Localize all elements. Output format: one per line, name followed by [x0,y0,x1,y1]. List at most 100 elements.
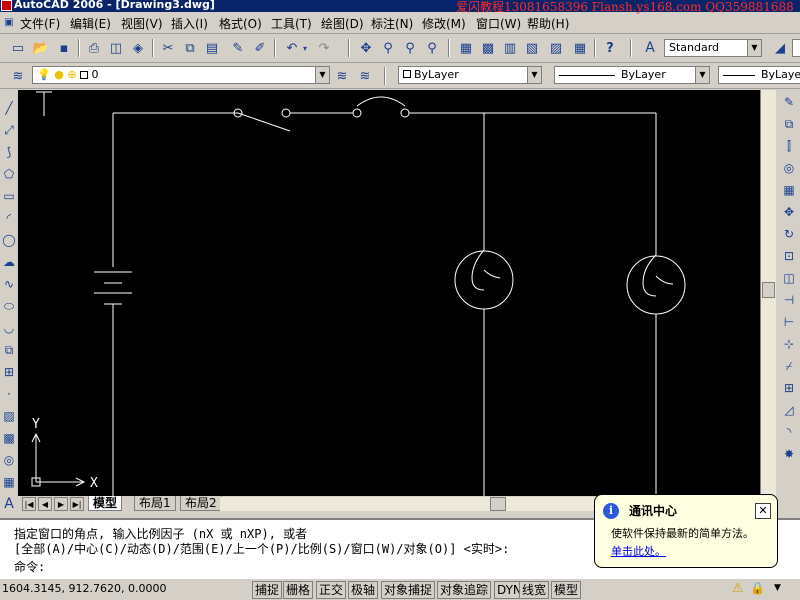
spline-icon[interactable]: ∿ [0,274,18,294]
menu-dimension[interactable]: 标注(N) [371,15,413,32]
color-select[interactable]: ByLayer ▼ [398,66,542,84]
make-object-layer-current-icon[interactable]: ≋ [332,66,352,86]
text-style-select[interactable]: Standard ▼ [664,39,762,57]
circle-icon[interactable]: ◯ [0,230,18,250]
menu-file[interactable]: 文件(F) [20,15,60,32]
menu-format[interactable]: 格式(O) [219,15,262,32]
chamfer-icon[interactable]: ◿ [780,400,798,420]
sheet-set-icon[interactable]: ▧ [522,38,542,58]
menu-window[interactable]: 窗口(W) [476,15,521,32]
array-icon[interactable]: ▦ [780,180,798,200]
command-prompt[interactable]: 命令: [14,558,45,575]
tab-model[interactable]: 模型 [88,496,123,511]
dim-style-icon[interactable]: ◢ [770,38,790,58]
mirror-icon[interactable]: ⫿ [780,136,798,156]
plot-preview-icon[interactable]: ◫ [106,38,126,58]
layer-manager-icon[interactable]: ≋ [8,66,28,86]
arc-icon[interactable]: ◜ [0,208,18,228]
open-file-icon[interactable]: 📂 [31,38,51,58]
zoom-realtime-icon[interactable]: ⚲ [378,38,398,58]
publish-icon[interactable]: ◈ [128,38,148,58]
menu-edit[interactable]: 编辑(E) [70,15,111,32]
status-menu-arrow-icon[interactable]: ▼ [774,583,781,593]
line-icon[interactable]: ╱ [0,98,18,118]
drawing-canvas[interactable]: Y X [18,90,760,496]
dim-style-select[interactable] [792,39,800,57]
horizontal-scroll-thumb[interactable] [490,497,506,511]
block-editor-icon[interactable]: ✐ [250,38,270,58]
menu-insert[interactable]: 插入(I) [171,15,208,32]
tab-layout2[interactable]: 布局2 [180,496,222,511]
copy-icon[interactable]: ⧉ [180,38,200,58]
vertical-scrollbar[interactable] [760,90,776,496]
region-icon[interactable]: ◎ [0,450,18,470]
match-properties-icon[interactable]: ✎ [228,38,248,58]
grid-toggle[interactable]: 栅格 [283,581,314,599]
offset-icon[interactable]: ◎ [780,158,798,178]
linetype-select[interactable]: ByLayer ▼ [554,66,710,84]
zoom-window-icon[interactable]: ⚲ [400,38,420,58]
rectangle-icon[interactable]: ▭ [0,186,18,206]
calculator-icon[interactable]: ▦ [570,38,590,58]
layer-select[interactable]: 💡 ● ⊕ 0 ▼ [32,66,330,84]
break-at-point-icon[interactable]: ⊹ [780,334,798,354]
ortho-toggle[interactable]: 正交 [316,581,347,599]
erase-icon[interactable]: ✎ [780,92,798,112]
point-icon[interactable]: · [0,384,18,404]
construction-line-icon[interactable]: ⤢ [0,120,18,140]
table-icon[interactable]: ▦ [0,472,18,492]
plot-icon[interactable]: ⎙ [84,38,104,58]
layer-previous-icon[interactable]: ≋ [355,66,375,86]
tab-layout1[interactable]: 布局1 [134,496,176,511]
first-tab-icon[interactable]: |◀ [22,497,36,511]
object-tracking-toggle[interactable]: 对象追踪 [437,581,492,599]
undo-icon[interactable]: ↶ [282,38,302,58]
fillet-icon[interactable]: ◝ [780,422,798,442]
save-icon[interactable]: ▪ [54,38,74,58]
next-tab-icon[interactable]: ▶ [54,497,68,511]
copy-object-icon[interactable]: ⧉ [780,114,798,134]
lineweight-toggle[interactable]: 线宽 [519,581,550,599]
text-style-icon[interactable]: A [640,38,660,58]
design-center-icon[interactable]: ▩ [478,38,498,58]
paste-icon[interactable]: ▤ [202,38,222,58]
insert-block-icon[interactable]: ⧉ [0,340,18,360]
hatch-icon[interactable]: ▨ [0,406,18,426]
pan-icon[interactable]: ✥ [356,38,376,58]
polygon-icon[interactable]: ⬠ [0,164,18,184]
revision-cloud-icon[interactable]: ☁ [0,252,18,272]
menu-view[interactable]: 视图(V) [121,15,163,32]
properties-icon[interactable]: ▦ [456,38,476,58]
explode-icon[interactable]: ✸ [780,444,798,464]
object-snap-toggle[interactable]: 对象捕捉 [381,581,436,599]
rotate-icon[interactable]: ↻ [780,224,798,244]
model-space-toggle[interactable]: 模型 [551,581,582,599]
stretch-icon[interactable]: ◫ [780,268,798,288]
zoom-previous-icon[interactable]: ⚲ [422,38,442,58]
menu-modify[interactable]: 修改(M) [422,15,466,32]
move-icon[interactable]: ✥ [780,202,798,222]
last-tab-icon[interactable]: ▶| [70,497,84,511]
ellipse-arc-icon[interactable]: ◡ [0,318,18,338]
close-icon[interactable]: ✕ [755,503,771,519]
new-file-icon[interactable]: ▭ [8,38,28,58]
trim-icon[interactable]: ⊣ [780,290,798,310]
menu-draw[interactable]: 绘图(D) [321,15,364,32]
markup-icon[interactable]: ▨ [546,38,566,58]
ellipse-icon[interactable]: ⬭ [0,296,18,316]
snap-toggle[interactable]: 捕捉 [252,581,283,599]
autocad-app-icon[interactable] [1,0,12,11]
make-block-icon[interactable]: ⊞ [0,362,18,382]
lineweight-select[interactable]: ByLayer [718,66,800,84]
polar-toggle[interactable]: 极轴 [348,581,379,599]
tool-palettes-icon[interactable]: ▥ [500,38,520,58]
vertical-scroll-thumb[interactable] [762,282,775,298]
extend-icon[interactable]: ⊢ [780,312,798,332]
menu-help[interactable]: 帮助(H) [527,15,569,32]
gradient-icon[interactable]: ▩ [0,428,18,448]
join-icon[interactable]: ⊞ [780,378,798,398]
previous-tab-icon[interactable]: ◀ [38,497,52,511]
break-icon[interactable]: ⌿ [780,356,798,376]
warning-icon[interactable]: ⚠ [732,581,744,596]
polyline-icon[interactable]: ⟆ [0,142,18,162]
